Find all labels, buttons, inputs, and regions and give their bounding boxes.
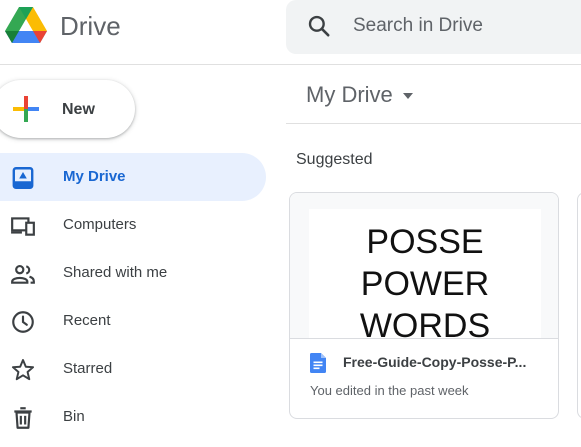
sidebar-item-label: Bin	[63, 408, 85, 425]
suggested-heading: Suggested	[296, 151, 373, 168]
app-name: Drive	[60, 11, 121, 41]
trash-icon	[14, 407, 32, 429]
my-drive-icon	[12, 167, 34, 189]
header-divider	[0, 64, 581, 65]
google-docs-icon	[310, 353, 326, 373]
file-activity: You edited in the past week	[310, 383, 469, 398]
computers-icon	[11, 217, 35, 236]
sidebar-item-shared[interactable]: Shared with me	[0, 249, 266, 297]
document-thumbnail: POSSE POWER WORDS	[309, 209, 541, 339]
preview-text-line: POWER	[360, 265, 490, 303]
sidebar-item-recent[interactable]: Recent	[0, 297, 266, 345]
sidebar-item-label: Starred	[63, 360, 113, 377]
plus-icon	[13, 96, 39, 122]
main-divider	[286, 123, 581, 124]
sidebar-item-label: My Drive	[63, 168, 126, 185]
sidebar-item-label: Shared with me	[63, 264, 168, 281]
sidebar-item-my-drive[interactable]: My Drive	[0, 153, 266, 201]
file-name[interactable]: Free-Guide-Copy-Posse-P...	[343, 353, 526, 371]
preview-text-line: POSSE	[366, 223, 484, 261]
shared-icon	[11, 265, 35, 284]
suggested-file-card-partial[interactable]	[577, 192, 581, 419]
sidebar-item-bin[interactable]: Bin	[0, 393, 266, 441]
preview-text-line: WORDS	[359, 307, 491, 339]
sidebar-item-starred[interactable]: Starred	[0, 345, 266, 393]
sidebar-item-computers[interactable]: Computers	[0, 201, 266, 249]
search-input[interactable]: Search in Drive	[353, 14, 483, 38]
sidebar-item-label: Computers	[63, 216, 137, 233]
search-icon[interactable]	[306, 13, 332, 39]
sidebar-item-label: Recent	[63, 312, 111, 329]
new-button-label: New	[62, 101, 95, 118]
clock-icon	[12, 311, 34, 333]
star-icon	[11, 359, 35, 381]
drive-logo-icon[interactable]	[4, 5, 48, 45]
caret-down-icon[interactable]	[401, 89, 415, 103]
page-title[interactable]: My Drive	[306, 82, 393, 108]
suggested-file-card[interactable]: POSSE POWER WORDS Free-Guide-Copy-Posse-…	[289, 192, 559, 419]
file-preview: POSSE POWER WORDS	[290, 193, 558, 339]
